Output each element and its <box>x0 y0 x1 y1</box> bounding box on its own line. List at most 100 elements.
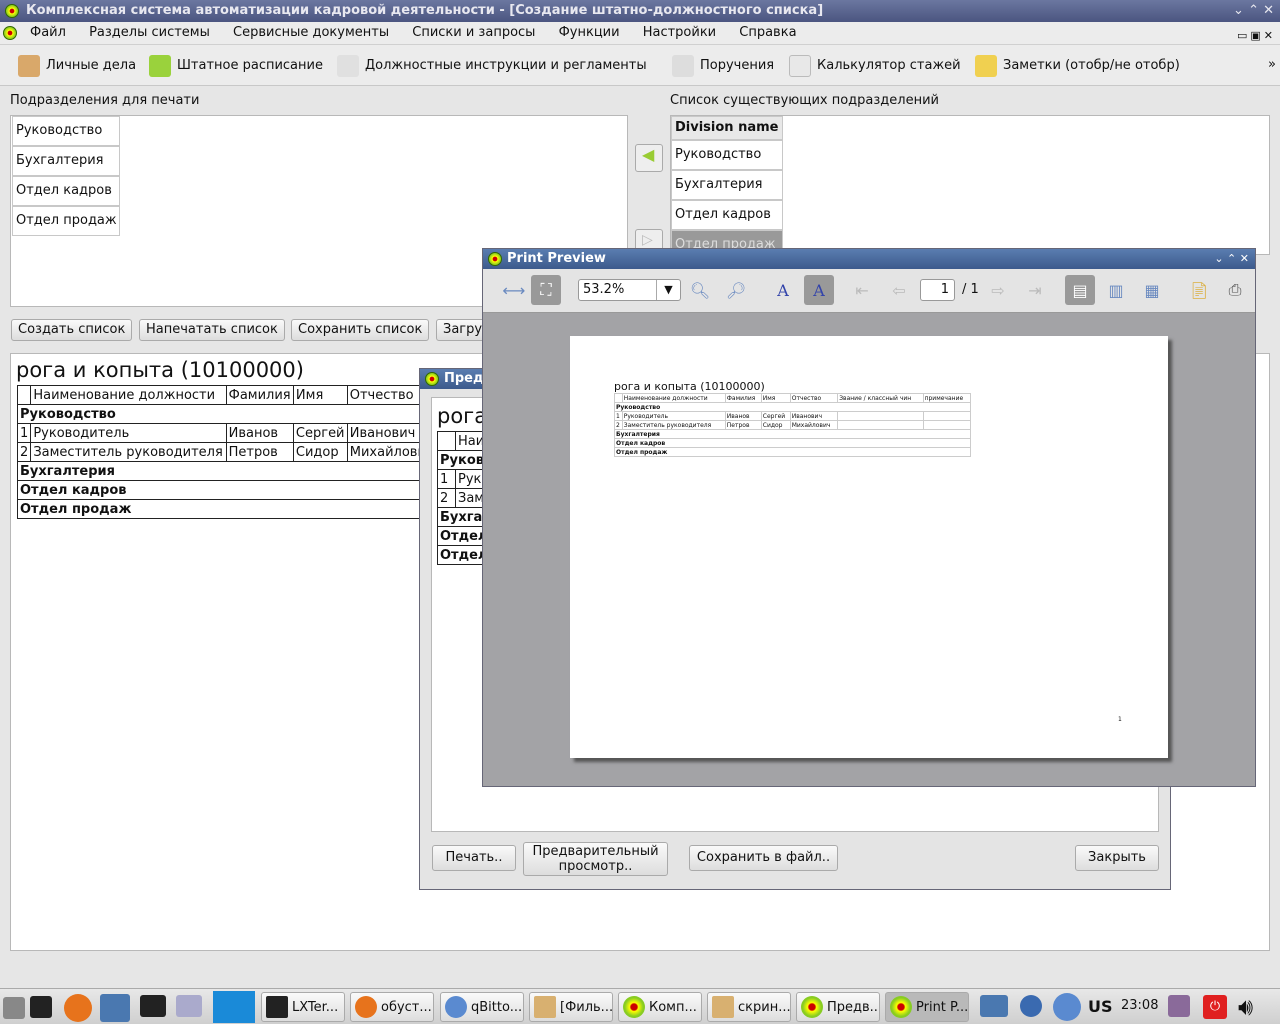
dialog-title: Пред <box>444 371 484 386</box>
task-label: скрин... <box>738 999 791 1015</box>
toolbar-instructions[interactable]: Должностные инструкции и регламенты <box>337 55 647 77</box>
next-page-icon[interactable]: ⇨ <box>983 275 1013 305</box>
save-to-file-button[interactable]: Сохранить в файл.. <box>689 845 838 871</box>
toolbar-notes[interactable]: Заметки (отобр/не отобр) <box>975 55 1180 77</box>
app-title: Комплексная система автоматизации кадров… <box>26 3 824 18</box>
fit-page-icon[interactable]: ⛶ <box>531 275 561 305</box>
page-setup-icon[interactable]: 📄︎ <box>1184 275 1214 305</box>
toolbar-label: Калькулятор стажей <box>817 58 961 73</box>
task-app[interactable]: Комп... <box>618 992 702 1022</box>
menu-sections[interactable]: Разделы системы <box>89 25 210 40</box>
file-manager-icon[interactable] <box>30 996 52 1018</box>
toolbar-calculator[interactable]: Калькулятор стажей <box>789 55 961 77</box>
table-row[interactable]: Бухгалтерия <box>671 170 783 200</box>
last-name-cell: Петров <box>225 442 294 462</box>
row-number: 2 <box>16 442 32 462</box>
toolbar-assignments[interactable]: Поручения <box>672 55 774 77</box>
toolbar-staff-schedule[interactable]: Штатное расписание <box>149 55 323 77</box>
windows-icon[interactable] <box>176 995 202 1017</box>
page-number: 1 <box>1118 716 1122 723</box>
list-item[interactable]: Бухгалтерия <box>12 146 120 176</box>
report-title: рога <box>437 404 488 428</box>
firefox-icon <box>355 996 377 1018</box>
folder-icon <box>712 996 734 1018</box>
task-lxterminal[interactable]: LXTer... <box>261 992 345 1022</box>
volume-icon[interactable]: 🔊︎ <box>1238 993 1253 1021</box>
list-item[interactable]: Руководство <box>12 116 120 146</box>
taskbar: LXTer... обуст... qBitto... [Филь... Ком… <box>0 988 1280 1024</box>
last-page-icon[interactable]: ⇥ <box>1020 275 1050 305</box>
task-print-preview[interactable]: Print P... <box>885 992 969 1022</box>
print-icon[interactable]: ⎙ <box>1220 275 1250 305</box>
app-icon <box>425 372 439 386</box>
menu-file[interactable]: Файл <box>30 25 66 40</box>
portrait-icon[interactable]: A <box>768 275 798 305</box>
page-report-title: рога и копыта (10100000) <box>614 380 765 393</box>
task-label: обуст... <box>381 999 432 1015</box>
menu-functions[interactable]: Функции <box>559 25 620 40</box>
network-icon[interactable] <box>980 995 1008 1017</box>
save-list-button[interactable]: Сохранить список <box>291 319 430 341</box>
lock-icon[interactable] <box>1168 995 1190 1017</box>
task-firefox[interactable]: обуст... <box>350 992 434 1022</box>
zoom-combobox[interactable]: 53.2% ▼ <box>578 279 681 301</box>
zoom-out-icon[interactable]: 🔍︎ <box>685 275 715 305</box>
group-row: Бухгалтерия <box>17 461 437 481</box>
print-button[interactable]: Печать.. <box>432 845 516 871</box>
tools-icon[interactable] <box>100 994 130 1022</box>
close-button[interactable]: Закрыть <box>1075 845 1159 871</box>
keyboard-layout[interactable]: US <box>1088 997 1113 1016</box>
list-item[interactable]: Отдел кадров <box>12 176 120 206</box>
clock[interactable]: 23:08 <box>1121 998 1158 1013</box>
preview-button[interactable]: Предварительный просмотр.. <box>523 842 668 876</box>
column-header-division-name[interactable]: Division name <box>671 116 783 140</box>
preview-title: Print Preview <box>507 251 606 266</box>
window-controls-icon[interactable]: ⌄ ⌃ ✕ <box>1233 0 1274 22</box>
landscape-icon[interactable]: A <box>804 275 834 305</box>
fit-width-icon[interactable]: ⟷ <box>499 275 529 305</box>
terminal-icon <box>266 996 288 1018</box>
table-row[interactable]: Отдел кадров <box>671 200 783 230</box>
menu-lists[interactable]: Списки и запросы <box>412 25 535 40</box>
task-preview[interactable]: Предв... <box>796 992 880 1022</box>
menu-help[interactable]: Справка <box>739 25 796 40</box>
window-controls-icon[interactable]: ⌄ ⌃ ✕ <box>1214 249 1249 269</box>
load-list-button[interactable]: Загру <box>436 319 486 341</box>
group-row: Отдел кадров <box>17 480 437 500</box>
move-left-button[interactable]: ◀ <box>635 144 663 172</box>
table-row[interactable]: Руководство <box>671 140 783 170</box>
task-folder[interactable]: [Филь... <box>529 992 613 1022</box>
workspace-icon[interactable] <box>213 991 255 1023</box>
previous-page-icon[interactable]: ⇦ <box>884 275 914 305</box>
pen-icon <box>672 55 694 77</box>
chevron-down-icon[interactable]: ▼ <box>656 280 680 300</box>
task-label: LXTer... <box>292 999 339 1015</box>
toolbar-label: Штатное расписание <box>177 58 323 73</box>
globe-icon[interactable] <box>1020 995 1042 1017</box>
toolbar-overflow-icon[interactable]: » <box>1268 57 1276 72</box>
first-name-cell: Сидор <box>292 442 348 462</box>
terminal-icon[interactable] <box>140 995 166 1017</box>
last-name-cell: Иванов <box>225 423 294 443</box>
print-list-button[interactable]: Напечатать список <box>139 319 285 341</box>
list-item[interactable]: Отдел продаж <box>12 206 120 236</box>
task-qbittorrent[interactable]: qBitto... <box>440 992 524 1022</box>
row-number: 1 <box>16 423 32 443</box>
power-icon[interactable]: ⏻ <box>1203 995 1227 1019</box>
first-page-icon[interactable]: ⇤ <box>847 275 877 305</box>
create-list-button[interactable]: Создать список <box>11 319 133 341</box>
toolbar-personal-files[interactable]: Личные дела <box>18 55 136 77</box>
facing-pages-icon[interactable]: ▥ <box>1101 275 1131 305</box>
qbittorrent-tray-icon[interactable] <box>1053 993 1081 1021</box>
single-page-icon[interactable]: ▤ <box>1065 275 1095 305</box>
show-desktop-icon[interactable] <box>3 997 25 1019</box>
zoom-in-icon[interactable]: 🔎︎ <box>721 275 751 305</box>
menu-settings[interactable]: Настройки <box>643 25 716 40</box>
menu-service-docs[interactable]: Сервисные документы <box>233 25 389 40</box>
page-input[interactable]: 1 <box>920 279 955 301</box>
existing-divisions-table[interactable]: Division name Руководство Бухгалтерия От… <box>670 115 1270 260</box>
firefox-icon[interactable] <box>64 994 92 1022</box>
column-header: Наименование должности <box>30 385 227 405</box>
task-screenshots[interactable]: скрин... <box>707 992 791 1022</box>
overview-icon[interactable]: ▦ <box>1137 275 1167 305</box>
